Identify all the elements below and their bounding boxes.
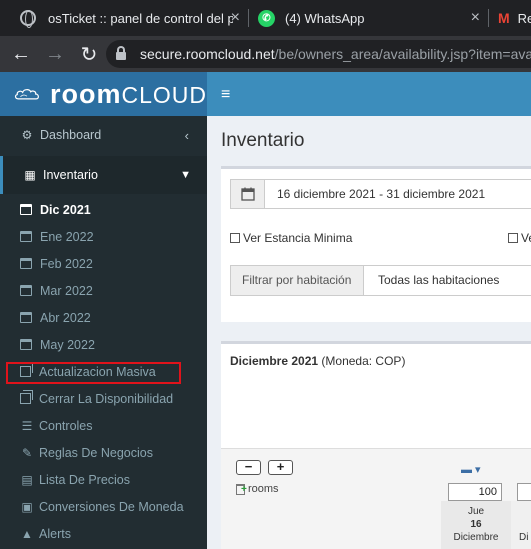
tab-osticket[interactable]: osTicket :: panel de control del pe × <box>0 0 248 36</box>
day-number: 16 <box>470 519 482 530</box>
wrench-icon: ✎ <box>21 445 33 460</box>
address-bar[interactable]: secure.roomcloud.net/be/owners_area/avai… <box>106 40 531 68</box>
tab-title: Re <box>517 10 531 26</box>
sidebar-item-dashboard[interactable]: ⚙ Dashboard ‹ <box>0 122 207 148</box>
day-column-header: Jue 16 Diciembre <box>441 501 511 549</box>
list-icon: ▤ <box>21 472 33 487</box>
whatsapp-icon: ✆ <box>258 9 275 27</box>
sliders-icon: ☰ <box>21 418 33 433</box>
tab-title: osTicket :: panel de control del pe <box>48 10 233 26</box>
sidebar-item-feb-2022[interactable]: Feb 2022 <box>0 250 207 277</box>
sidebar-item-dic-2021[interactable]: Dic 2021 <box>0 196 207 223</box>
rooms-row[interactable]: rooms <box>236 483 279 495</box>
ver-other-checkbox[interactable]: Ve <box>508 231 531 245</box>
sidebar-item-controles[interactable]: ☰ Controles <box>0 412 207 439</box>
reload-icon[interactable]: ↻ <box>74 42 104 67</box>
roomcloud-logo[interactable]: roomCLOUD <box>0 72 207 116</box>
room-type-dropdown-icon[interactable]: ▬ ▾ <box>461 463 481 476</box>
tab-gmail[interactable]: M Re <box>488 0 531 36</box>
forward-icon[interactable]: → <box>40 43 70 66</box>
chevron-left-icon: ‹ <box>184 127 189 143</box>
close-icon[interactable]: × <box>231 9 240 27</box>
checkbox-label: Ve <box>521 231 531 245</box>
day-name: Jue <box>467 506 485 517</box>
sidebar-item-label: Alerts <box>39 526 71 541</box>
calendar-icon <box>240 187 255 201</box>
sidebar-item-ene-2022[interactable]: Ene 2022 <box>0 223 207 250</box>
sidebar-item-label: Dic 2021 <box>40 202 91 217</box>
browser-tab-bar: osTicket :: panel de control del pe × ✆ … <box>0 0 531 36</box>
checkbox-box[interactable] <box>508 233 518 243</box>
menu-toggle-icon[interactable]: ≡ <box>221 86 230 104</box>
sidebar-item-label: Ene 2022 <box>40 229 94 244</box>
sidebar-item-may-2022[interactable]: May 2022 <box>0 331 207 358</box>
sidebar-item-label: Cerrar La Disponibilidad <box>39 391 174 406</box>
sidebar-item-label: Dashboard <box>40 128 102 142</box>
date-addon[interactable] <box>230 179 265 209</box>
month-title: Diciembre 2021 (Moneda: COP) <box>230 354 406 368</box>
calendar-icon <box>20 204 32 215</box>
sidebar-item-label: Controles <box>39 418 93 433</box>
availability-value-input[interactable] <box>517 483 531 501</box>
availability-value-input[interactable]: 100 <box>448 483 502 501</box>
calendar-icon <box>20 285 32 296</box>
page-title: Inventario <box>221 130 305 151</box>
warning-icon: ▲ <box>21 526 33 541</box>
expand-button[interactable]: + <box>268 460 293 475</box>
sidebar-item-inventario[interactable]: ▦ Inventario ▼ <box>0 156 207 194</box>
url-text: secure.roomcloud.net/be/owners_area/avai… <box>140 46 531 62</box>
room-filter-select[interactable]: Todas las habitaciones <box>363 265 531 296</box>
sidebar-item-label: May 2022 <box>40 337 95 352</box>
close-icon[interactable]: × <box>471 9 480 27</box>
highlight-box <box>6 362 181 384</box>
sidebar: ⚙ Dashboard ‹ ▦ Inventario ▼ Dic 2021 En… <box>0 116 207 549</box>
logo-text: roomCLOUD <box>49 78 207 109</box>
sidebar-item-alerts[interactable]: ▲ Alerts <box>0 520 207 547</box>
rooms-label: rooms <box>248 483 279 495</box>
checkbox-label: Ver Estancia Minima <box>243 231 353 245</box>
sidebar-item-abr-2022[interactable]: Abr 2022 <box>0 304 207 331</box>
tab-title: (4) WhatsApp <box>285 10 365 26</box>
sidebar-item-label: Feb 2022 <box>40 256 93 271</box>
sidebar-item-label: Inventario <box>43 168 98 182</box>
calendar-icon: ▦ <box>24 168 36 182</box>
cloud-logo-icon <box>14 89 39 100</box>
day-month: Di <box>519 532 529 543</box>
sidebar-item-label: Mar 2022 <box>40 283 93 298</box>
calendar-icon <box>20 339 32 350</box>
sidebar-item-label: Conversiones De Moneda <box>39 499 184 514</box>
sidebar-item-label: Lista De Precios <box>39 472 131 487</box>
chevron-down-icon: ▼ <box>180 169 191 181</box>
ver-estancia-minima-checkbox[interactable]: Ver Estancia Minima <box>230 231 352 245</box>
sidebar-item-cerrar-disponibilidad[interactable]: Cerrar La Disponibilidad <box>0 385 207 412</box>
checkbox-box[interactable] <box>230 233 240 243</box>
calendar-icon <box>20 231 32 242</box>
sidebar-item-lista-precios[interactable]: ▤ Lista De Precios <box>0 466 207 493</box>
tab-whatsapp[interactable]: ✆ (4) WhatsApp × <box>248 0 488 36</box>
top-navbar: ≡ <box>207 72 531 116</box>
globe-icon <box>20 10 36 28</box>
add-room-icon <box>236 483 247 495</box>
sidebar-item-reglas-negocios[interactable]: ✎ Reglas De Negocios <box>0 439 207 466</box>
lock-icon <box>116 46 126 60</box>
date-range-input[interactable]: 16 diciembre 2021 - 31 diciembre 2021 <box>264 179 531 209</box>
sidebar-item-mar-2022[interactable]: Mar 2022 <box>0 277 207 304</box>
collapse-button[interactable]: − <box>236 460 261 475</box>
gear-icon: ⚙ <box>21 128 33 142</box>
sidebar-item-label: Reglas De Negocios <box>39 445 153 460</box>
filter-room-label: Filtrar por habitación <box>230 265 364 296</box>
money-icon: ▣ <box>21 499 33 514</box>
gmail-icon: M <box>498 10 510 26</box>
calendar-icon <box>20 312 32 323</box>
copy-icon <box>20 390 33 404</box>
day-month: Diciembre <box>453 532 499 543</box>
sidebar-item-label: Abr 2022 <box>40 310 91 325</box>
sidebar-item-conversiones-moneda[interactable]: ▣ Conversiones De Moneda <box>0 493 207 520</box>
back-icon[interactable]: ← <box>6 43 36 66</box>
calendar-icon <box>20 258 32 269</box>
day-column-header-next: Di <box>511 501 531 549</box>
